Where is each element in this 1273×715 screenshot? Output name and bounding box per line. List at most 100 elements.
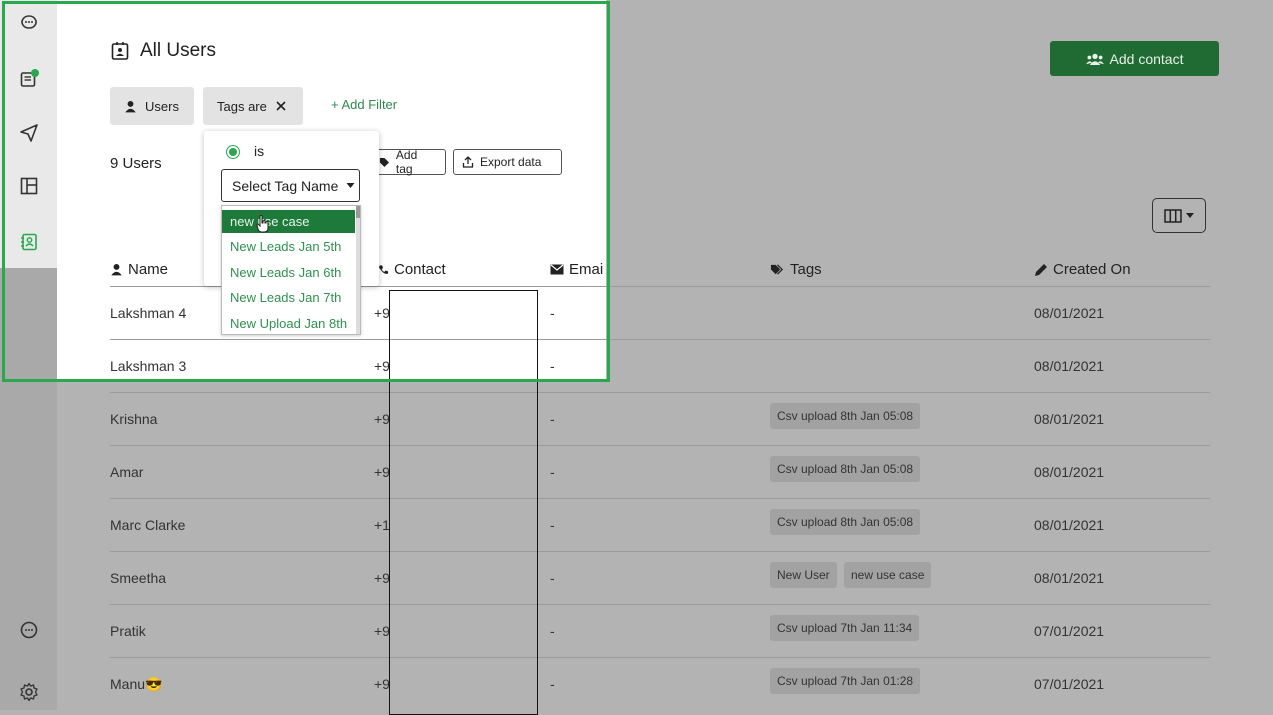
tag-badge[interactable]: new use case xyxy=(844,562,932,588)
tag-icon xyxy=(379,157,390,167)
header-contact-label: Contact xyxy=(394,261,446,278)
header-name-label: Name xyxy=(128,261,169,278)
row-divider xyxy=(110,551,1210,552)
cell-created: 08/01/2021 xyxy=(1034,411,1105,427)
header-created-label: Created On xyxy=(1053,261,1131,278)
cell-contact: +9 xyxy=(374,464,390,480)
users-filter-chip[interactable]: Users xyxy=(110,87,194,125)
tag-badge[interactable]: Csv upload 7th Jan 11:34 xyxy=(770,615,920,641)
cell-email: - xyxy=(550,411,555,427)
contacts-icon[interactable] xyxy=(16,229,42,255)
cell-name[interactable]: Smeetha xyxy=(110,570,166,586)
sidebar xyxy=(0,0,57,710)
add-contact-button[interactable]: Add contact xyxy=(1050,41,1219,76)
header-name[interactable]: Name xyxy=(110,261,168,278)
cell-name[interactable]: Marc Clarke xyxy=(110,517,185,533)
hand-cursor-icon xyxy=(256,215,269,233)
cell-email: - xyxy=(550,305,555,321)
cell-email: - xyxy=(550,676,555,692)
tag-option[interactable]: New Leads Jan 5th xyxy=(222,235,355,258)
row-divider xyxy=(110,604,1210,605)
user-count: 9 Users xyxy=(110,155,162,172)
chat-bubble-icon[interactable] xyxy=(16,10,42,36)
contact-book-icon xyxy=(111,42,129,60)
export-data-button[interactable]: Export data xyxy=(453,149,562,175)
user-icon xyxy=(111,263,122,276)
cell-contact: +9 xyxy=(374,358,390,374)
column-picker-button[interactable] xyxy=(1152,198,1206,233)
settings-gear-icon[interactable] xyxy=(16,679,42,705)
phone-icon xyxy=(378,264,389,274)
chevron-down-icon xyxy=(1186,212,1194,218)
cell-email: - xyxy=(550,464,555,480)
redaction-box xyxy=(389,290,538,715)
row-divider xyxy=(110,498,1210,499)
row-divider xyxy=(110,392,1210,393)
header-email[interactable]: Emai xyxy=(550,261,603,278)
options-scrollbar[interactable] xyxy=(356,206,360,334)
cell-email: - xyxy=(550,358,555,374)
tag-option[interactable]: New Upload Jan 8th xyxy=(222,312,355,334)
cell-name[interactable]: Pratik xyxy=(110,623,146,639)
cell-created: 08/01/2021 xyxy=(1034,305,1105,321)
row-divider xyxy=(110,657,1210,658)
row-divider xyxy=(110,445,1210,446)
cell-name[interactable]: Lakshman 3 xyxy=(110,358,186,374)
export-icon xyxy=(462,156,474,168)
inbox-icon[interactable] xyxy=(16,66,42,92)
layout-icon[interactable] xyxy=(16,173,42,199)
add-tag-label: Add tag xyxy=(395,148,418,176)
cell-name[interactable]: Krishna xyxy=(110,411,157,427)
columns-icon xyxy=(1164,208,1182,223)
support-chat-icon[interactable] xyxy=(16,617,42,643)
cell-created: 07/01/2021 xyxy=(1034,623,1105,639)
tag-select-placeholder: Select Tag Name xyxy=(232,177,339,194)
pencil-icon xyxy=(1035,263,1047,276)
header-created[interactable]: Created On xyxy=(1034,261,1131,278)
tag-option[interactable]: New Leads Jan 6th xyxy=(222,261,355,284)
close-icon[interactable] xyxy=(275,100,287,112)
tag-badge[interactable]: Csv upload 8th Jan 05:08 xyxy=(770,509,921,535)
page-title: All Users xyxy=(110,40,216,62)
cell-created: 08/01/2021 xyxy=(1034,517,1105,533)
page-title-text: All Users xyxy=(140,40,217,61)
tags-icon xyxy=(770,264,784,275)
header-contact[interactable]: Contact xyxy=(378,261,446,278)
operator-label: is xyxy=(254,143,265,159)
export-data-label: Export data xyxy=(480,155,542,169)
tag-badge[interactable]: Csv upload 8th Jan 05:08 xyxy=(770,403,921,429)
users-group-icon xyxy=(1085,53,1104,65)
cell-email: - xyxy=(550,570,555,586)
cell-created: 08/01/2021 xyxy=(1034,358,1105,374)
add-contact-label: Add contact xyxy=(1109,50,1184,67)
tag-badge[interactable]: Csv upload 8th Jan 05:08 xyxy=(770,456,921,482)
tag-badge[interactable]: Csv upload 7th Jan 01:28 xyxy=(770,668,921,694)
tag-name-select[interactable]: Select Tag Name xyxy=(221,169,360,202)
cell-created: 08/01/2021 xyxy=(1034,570,1105,586)
operator-radio[interactable] xyxy=(226,145,240,159)
users-chip-label: Users xyxy=(145,98,179,114)
cell-name[interactable]: Manu😎 xyxy=(110,676,162,693)
cell-contact: +9 xyxy=(374,305,390,321)
tags-chip-label: Tags are xyxy=(217,98,267,114)
add-tag-button[interactable]: Add tag xyxy=(370,148,446,176)
row-divider xyxy=(110,339,1210,340)
tag-option[interactable]: new use case xyxy=(222,210,355,233)
cell-created: 07/01/2021 xyxy=(1034,676,1105,692)
send-icon[interactable] xyxy=(16,120,42,146)
chevron-down-icon xyxy=(346,182,355,188)
header-tags[interactable]: Tags xyxy=(770,261,822,278)
options-scroll-thumb[interactable] xyxy=(356,206,360,218)
tag-badge[interactable]: New User xyxy=(770,562,837,588)
cell-name[interactable]: Amar xyxy=(110,464,143,480)
tag-options-list: new use case New Leads Jan 5th New Leads… xyxy=(221,205,361,335)
tags-filter-chip[interactable]: Tags are xyxy=(203,87,303,125)
user-icon xyxy=(125,100,136,112)
header-email-label: Emai xyxy=(569,261,604,278)
cell-contact: +9 xyxy=(374,411,390,427)
cell-email: - xyxy=(550,623,555,639)
cell-contact: +9 xyxy=(374,676,390,692)
add-filter-link[interactable]: + Add Filter xyxy=(331,97,397,112)
cell-name[interactable]: Lakshman 4 xyxy=(110,305,186,321)
tag-option[interactable]: New Leads Jan 7th xyxy=(222,286,355,309)
